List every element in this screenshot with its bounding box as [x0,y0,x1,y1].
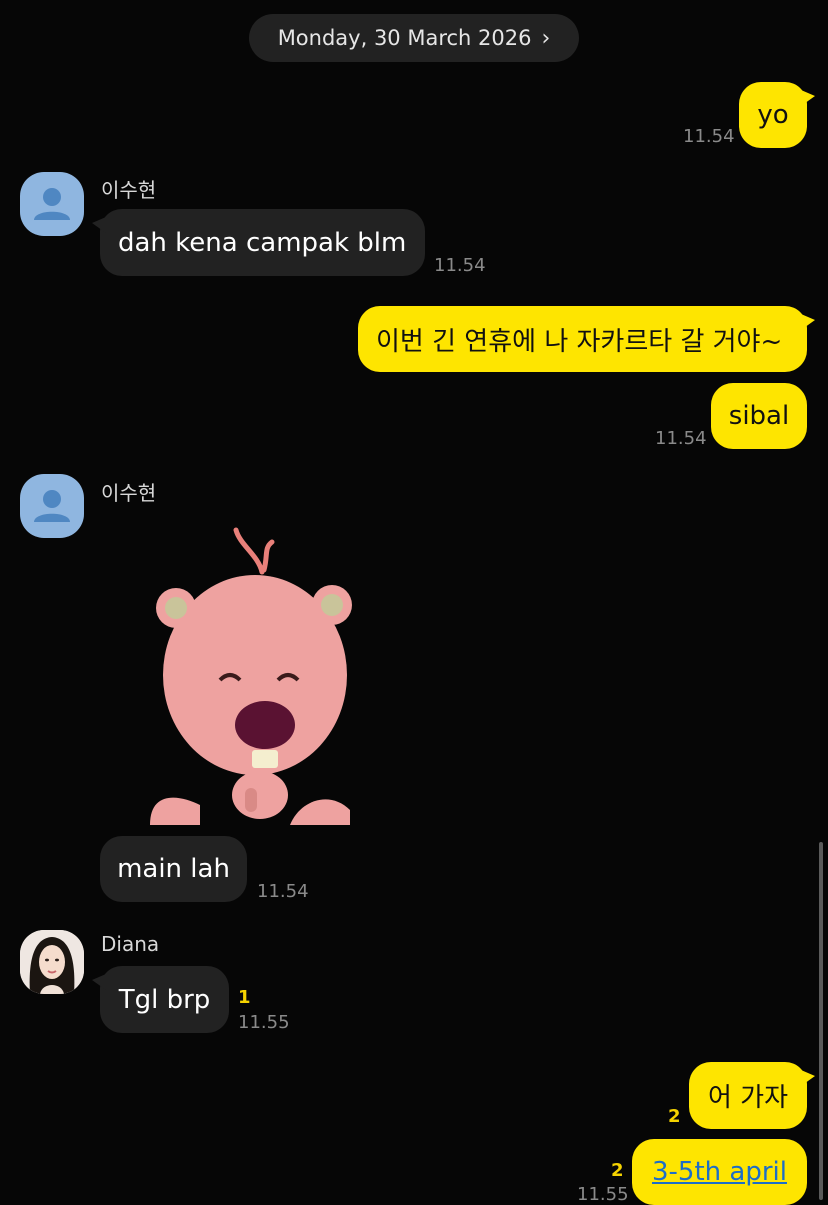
date-separator[interactable]: Monday, 30 March 2026 › [249,14,579,62]
chat-scrollbar[interactable] [819,842,823,1200]
message-text: 어 가자 [707,1083,789,1113]
message-time: 11.54 [655,428,707,449]
message-text: Tgl brp [118,984,211,1015]
my-message-bubble[interactable]: 이번 긴 연휴에 나 자카르타 갈 거야~ [358,306,815,372]
pink-beaver-sticker[interactable] [140,520,370,825]
my-message-bubble[interactable]: 어 가자 [689,1062,815,1129]
unread-count: 2 [668,1106,681,1127]
my-message-bubble[interactable]: 3-5th april [632,1139,807,1205]
message-text: 이번 긴 연휴에 나 자카르타 갈 거야~ [376,326,783,357]
contact-avatar[interactable] [20,474,84,538]
message-text: dah kena campak blm [118,227,407,258]
unread-count: 1 [238,987,251,1008]
default-person-icon [34,490,70,522]
unread-count: 2 [611,1160,624,1181]
date-label: Monday, 30 March 2026 [277,26,532,50]
my-message-bubble[interactable]: yo [739,82,815,148]
chevron-right-icon: › [541,25,551,51]
date-link[interactable]: 3-5th april [652,1157,787,1187]
default-person-icon [34,188,70,220]
their-message-bubble[interactable]: Tgl brp [92,966,229,1033]
message-time: 11.55 [577,1184,629,1205]
message-time: 11.55 [238,1012,290,1033]
message-text: main lah [117,854,230,884]
profile-photo [20,930,84,994]
sender-name: 이수현 [101,178,157,202]
sender-name: 이수현 [101,481,157,505]
their-message-bubble[interactable]: dah kena campak blm [92,209,425,276]
message-time: 11.54 [683,126,735,147]
message-time: 11.54 [434,255,486,276]
contact-avatar[interactable] [20,172,84,236]
my-message-bubble[interactable]: sibal [711,383,807,449]
message-time: 11.54 [257,881,309,902]
message-text: sibal [728,401,790,431]
their-message-bubble[interactable]: main lah [100,836,247,902]
message-text: yo [757,100,789,130]
sender-name: Diana [101,932,160,956]
beaver-sticker-image [150,527,352,825]
contact-avatar-photo[interactable] [20,930,84,994]
